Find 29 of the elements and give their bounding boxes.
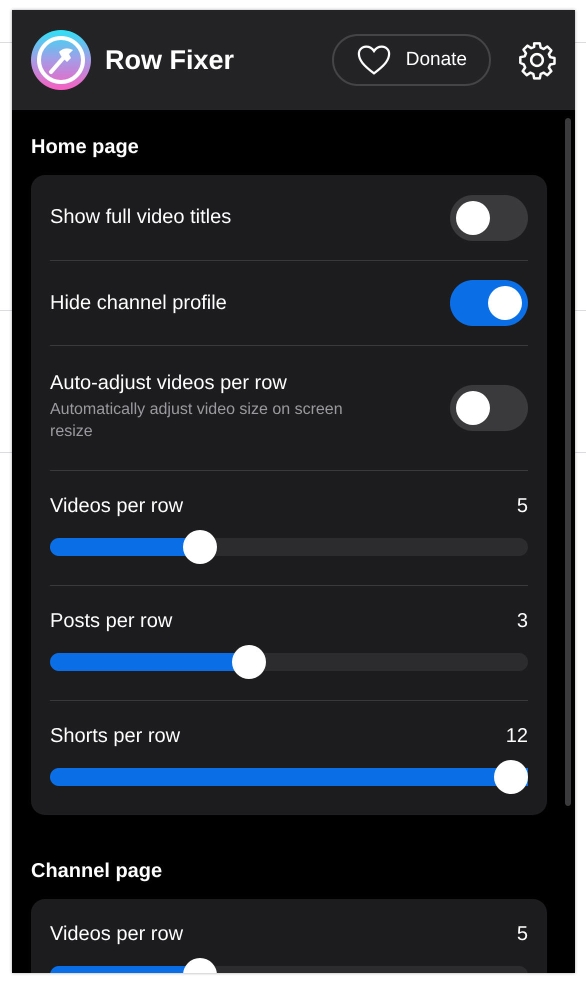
slider-control[interactable]	[50, 644, 528, 679]
setting-value: 5	[516, 922, 528, 946]
scrollbar-thumb[interactable]	[565, 118, 571, 806]
toggle-switch[interactable]	[450, 194, 528, 240]
slider-control[interactable]	[50, 760, 528, 794]
section-heading: Home page	[31, 135, 140, 160]
heart-icon	[356, 44, 392, 76]
toggle-switch[interactable]	[450, 384, 528, 431]
slider-handle[interactable]	[183, 530, 218, 564]
setting-value: 12	[506, 724, 528, 748]
section-heading: Channel page	[31, 858, 164, 884]
setting-value: 3	[516, 610, 528, 633]
setting-label: Shorts per row	[50, 724, 180, 748]
setting-label: Show full video titles	[50, 206, 232, 229]
settings-icon[interactable]	[517, 40, 557, 80]
app-title: Row Fixer	[105, 44, 234, 76]
setting-label: Auto-adjust videos per row	[50, 372, 288, 395]
slider-control[interactable]	[50, 530, 528, 564]
toggle-switch[interactable]	[450, 280, 528, 326]
setting-label: Posts per row	[50, 610, 172, 633]
hammer-logo-icon	[31, 30, 91, 90]
slider-handle[interactable]	[494, 760, 528, 794]
slider-handle[interactable]	[232, 644, 266, 679]
setting-description: Automatically adjust video size on screen resize	[50, 400, 344, 442]
setting-label: Hide channel profile	[50, 292, 228, 314]
donate-button[interactable]: Donate	[332, 34, 491, 86]
setting-label: Videos per row	[50, 494, 184, 518]
setting-label: Videos per row	[50, 922, 184, 946]
setting-value: 5	[516, 494, 528, 518]
